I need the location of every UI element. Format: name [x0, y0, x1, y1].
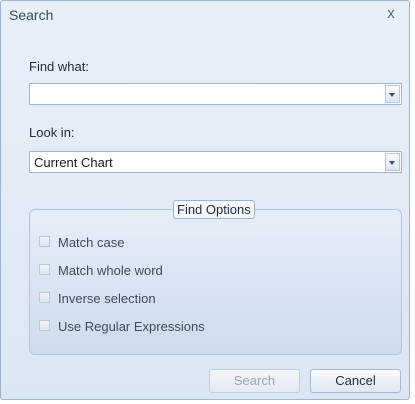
find-options-legend: Find Options [173, 200, 255, 219]
inverse-selection-label: Inverse selection [58, 291, 156, 306]
checkbox-icon[interactable] [39, 264, 50, 275]
search-dialog: Search x Find what: Look in: Current Cha… [0, 0, 410, 400]
look-in-label: Look in: [29, 125, 75, 140]
use-regular-expressions-label: Use Regular Expressions [58, 319, 205, 334]
match-case-label: Match case [58, 235, 125, 250]
find-what-combobox[interactable] [29, 83, 402, 105]
look-in-value[interactable]: Current Chart [34, 155, 113, 170]
search-button[interactable]: Search [209, 369, 300, 393]
cancel-button[interactable]: Cancel [310, 369, 401, 393]
find-what-dropdown-button[interactable] [385, 85, 400, 103]
close-icon[interactable]: x [381, 4, 401, 24]
match-whole-word-label: Match whole word [58, 263, 163, 278]
dialog-title: Search [9, 7, 54, 23]
chevron-down-icon [389, 161, 395, 165]
checkbox-icon[interactable] [39, 292, 50, 303]
look-in-combobox[interactable]: Current Chart [29, 151, 402, 173]
look-in-dropdown-button[interactable] [385, 153, 400, 171]
checkbox-icon[interactable] [39, 236, 50, 247]
find-what-label: Find what: [29, 59, 89, 74]
title-bar: Search x [1, 1, 409, 29]
chevron-down-icon [389, 93, 395, 97]
checkbox-icon[interactable] [39, 320, 50, 331]
